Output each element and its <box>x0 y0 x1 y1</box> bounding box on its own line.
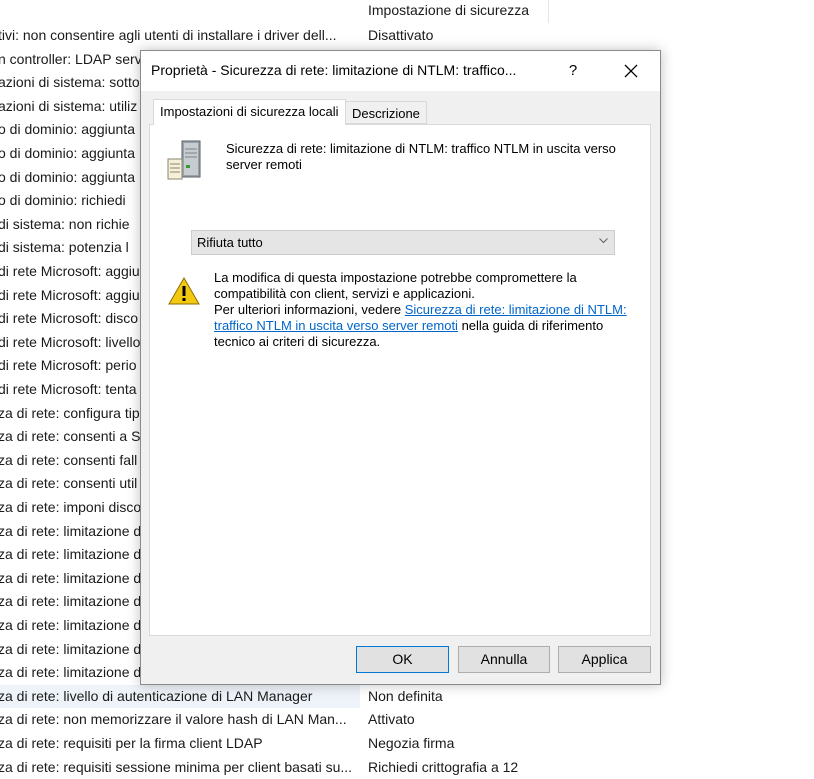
policy-row[interactable]: za di rete: livello di autenticazione di… <box>0 684 443 708</box>
policy-row-setting: Negozia firma <box>368 735 455 751</box>
policy-row[interactable]: za di rete: requisiti sessione minima pe… <box>0 756 814 779</box>
ok-button[interactable]: OK <box>356 646 449 673</box>
chevron-down-icon <box>599 238 608 244</box>
warning-pre-link: Per ulteriori informazioni, vedere <box>214 302 405 317</box>
policy-name: Sicurezza di rete: limitazione di NTLM: … <box>226 141 616 172</box>
tab-label: Impostazioni di sicurezza locali <box>160 104 339 119</box>
help-button[interactable]: ? <box>561 57 585 85</box>
warning-text: La modifica di questa impostazione potre… <box>214 270 634 350</box>
policy-row-name: za di rete: requisiti sessione minima pe… <box>0 758 353 775</box>
policy-row-setting: Richiedi crittografia a 12 <box>368 758 519 775</box>
policy-row-setting: Non definita <box>368 687 443 704</box>
dialog-titlebar[interactable]: Proprietà - Sicurezza di rete: limitazio… <box>141 51 660 91</box>
tab-description[interactable]: Descrizione <box>346 101 427 124</box>
apply-button[interactable]: Applica <box>558 646 651 673</box>
policy-row-name: za di rete: non memorizzare il valore ha… <box>0 711 347 728</box>
policy-row[interactable]: za di rete: non memorizzare il valore ha… <box>0 708 814 731</box>
policy-row-setting: Disattivato <box>368 27 434 43</box>
select-value: Rifiuta tutto <box>197 235 263 250</box>
dialog-title: Proprietà - Sicurezza di rete: limitazio… <box>151 62 517 78</box>
server-icon <box>167 140 201 180</box>
policy-row[interactable]: tivi: non consentire agli utenti di inst… <box>0 24 814 47</box>
question-mark-icon: ? <box>568 62 578 79</box>
policy-row-name: za di rete: requisiti per la firma clien… <box>0 735 263 751</box>
warning-line: La modifica di questa impostazione potre… <box>214 270 577 301</box>
warning-icon <box>168 277 200 305</box>
policy-value-select[interactable]: Rifiuta tutto <box>191 230 615 255</box>
policy-row-setting: Attivato <box>368 711 415 728</box>
column-header-setting[interactable]: Impostazione di sicurezza <box>360 0 549 23</box>
policy-row[interactable]: za di rete: requisiti per la firma clien… <box>0 732 814 755</box>
close-icon <box>624 64 638 78</box>
close-button[interactable] <box>609 55 653 87</box>
properties-dialog: Proprietà - Sicurezza di rete: limitazio… <box>140 50 661 685</box>
policy-row-name: tivi: non consentire agli utenti di inst… <box>0 27 337 43</box>
tab-label: Descrizione <box>352 106 420 121</box>
policy-row-name: za di rete: livello di autenticazione di… <box>0 687 313 704</box>
tab-local-security-settings[interactable]: Impostazioni di sicurezza locali <box>153 99 346 125</box>
settings-panel: Sicurezza di rete: limitazione di NTLM: … <box>149 124 651 636</box>
cancel-button[interactable]: Annulla <box>458 646 550 673</box>
column-header-label: Impostazione di sicurezza <box>368 2 530 18</box>
